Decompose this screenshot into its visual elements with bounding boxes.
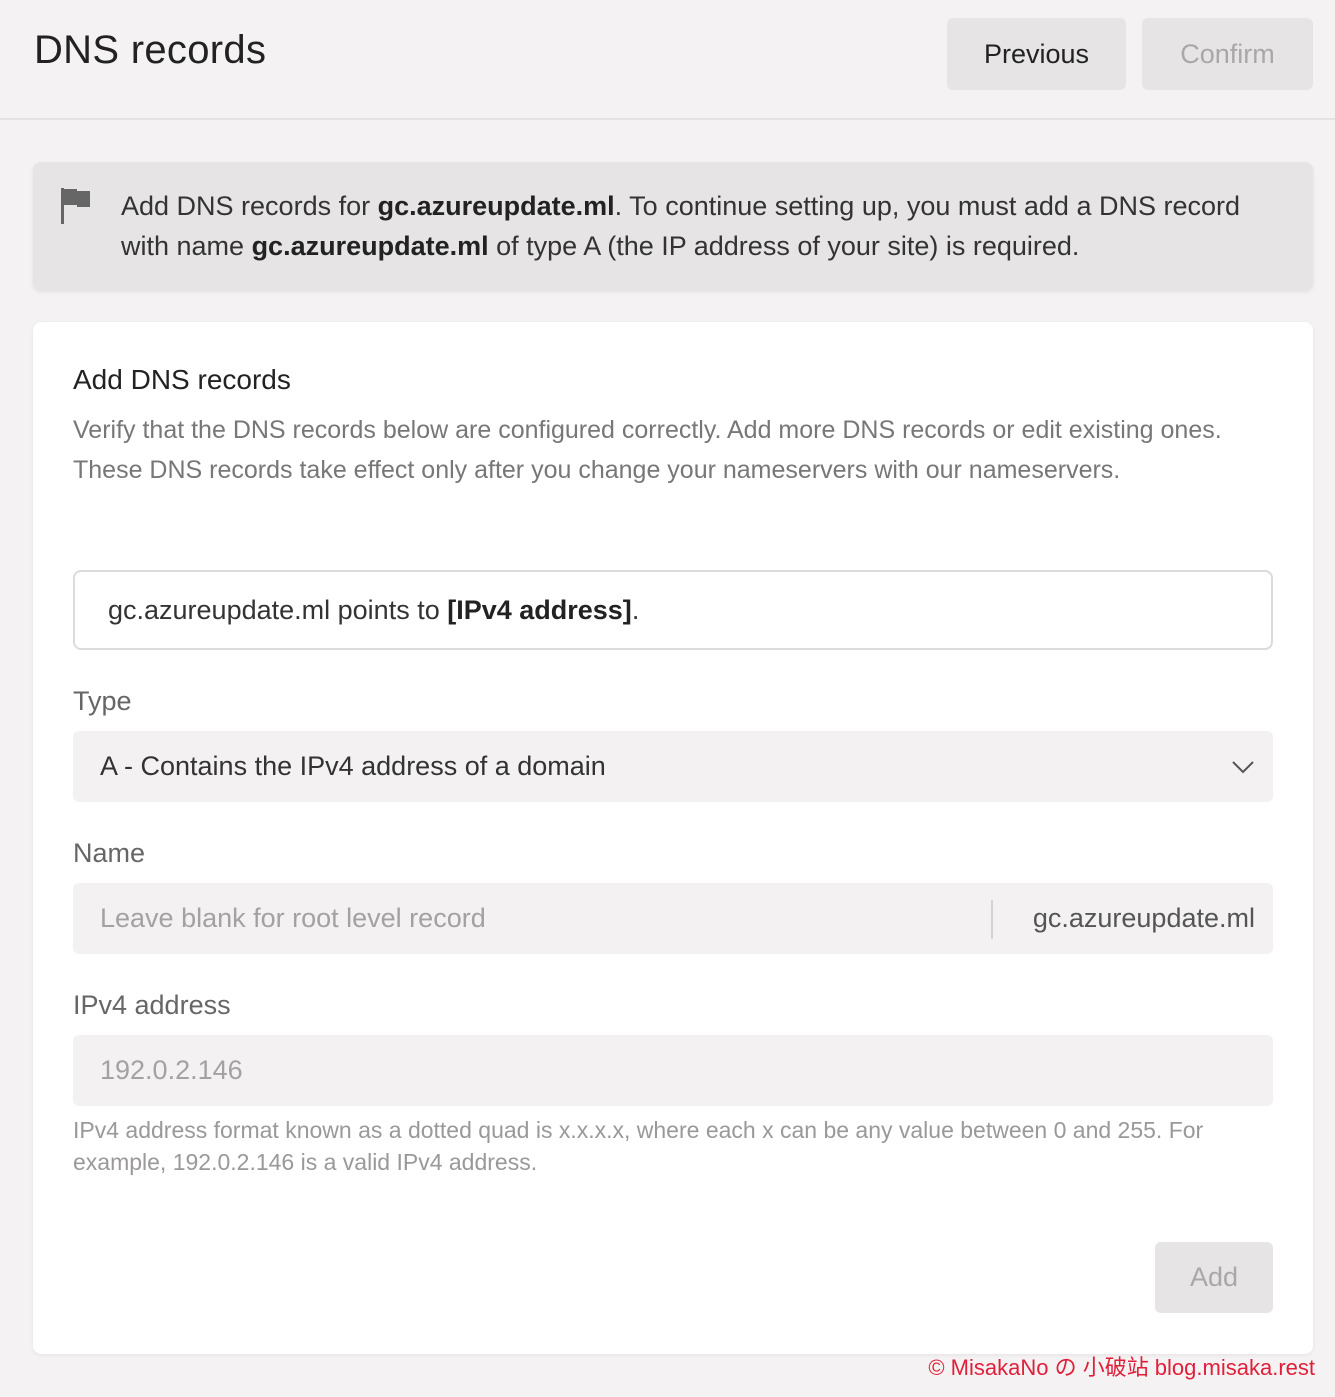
ipv4-input[interactable] (73, 1035, 1273, 1106)
banner-domain: gc.azureupdate.ml (251, 231, 489, 261)
info-banner: Add DNS records for gc.azureupdate.ml. T… (33, 162, 1313, 290)
type-select[interactable]: A - Contains the IPv4 address of a domai… (73, 731, 1273, 802)
confirm-button[interactable]: Confirm (1142, 18, 1313, 90)
watermark: © MisakaNo の 小破站 blog.misaka.rest (928, 1355, 1315, 1380)
record-preview: gc.azureupdate.ml points to [IPv4 addres… (73, 570, 1273, 650)
card-description: Verify that the DNS records below are co… (73, 416, 1222, 484)
ipv4-help-text: IPv4 address format known as a dotted qu… (73, 1117, 1204, 1175)
previous-button[interactable]: Previous (947, 18, 1126, 90)
preview-target: [IPv4 address] (447, 594, 632, 625)
banner-text: Add DNS records for gc.azureupdate.ml. T… (121, 191, 1241, 261)
card-title: Add DNS records (73, 364, 291, 395)
name-input[interactable] (73, 883, 993, 954)
page-header: DNS records Previous Confirm (0, 0, 1335, 120)
type-select-value: A - Contains the IPv4 address of a domai… (100, 751, 606, 781)
banner-domain: gc.azureupdate.ml (377, 191, 615, 221)
type-label: Type (73, 686, 132, 716)
flag-icon (59, 186, 93, 226)
add-button[interactable]: Add (1155, 1242, 1273, 1313)
page-title: DNS records (34, 28, 267, 72)
name-label: Name (73, 838, 146, 868)
chevron-down-icon (1231, 755, 1255, 779)
name-suffix: gc.azureupdate.ml (1032, 903, 1255, 933)
name-divider (991, 900, 993, 939)
ipv4-label: IPv4 address (73, 990, 231, 1020)
add-dns-card: Add DNS records Verify that the DNS reco… (33, 322, 1313, 1354)
name-input-group: gc.azureupdate.ml (73, 883, 1273, 954)
